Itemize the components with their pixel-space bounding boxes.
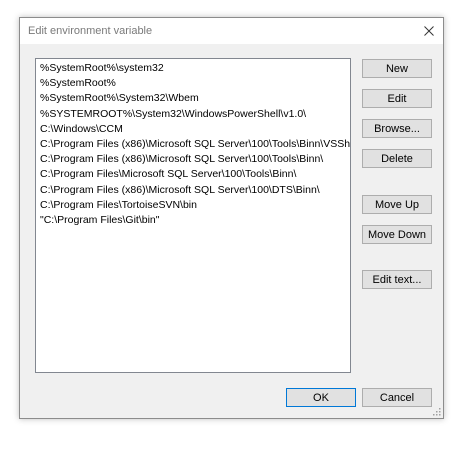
resize-grip-icon[interactable] <box>431 406 441 416</box>
move-up-button[interactable]: Move Up <box>362 195 432 214</box>
list-item[interactable]: %SystemRoot%\System32\Wbem <box>36 91 350 106</box>
ok-button[interactable]: OK <box>286 388 356 407</box>
move-down-button[interactable]: Move Down <box>362 225 432 244</box>
list-item[interactable]: %SystemRoot% <box>36 76 350 91</box>
browse-button[interactable]: Browse... <box>362 119 432 138</box>
edit-text-button[interactable]: Edit text... <box>362 270 432 289</box>
new-button[interactable]: New <box>362 59 432 78</box>
delete-button[interactable]: Delete <box>362 149 432 168</box>
path-entries-listbox[interactable]: %SystemRoot%\system32 %SystemRoot% %Syst… <box>35 58 351 373</box>
list-item[interactable]: C:\Program Files\TortoiseSVN\bin <box>36 198 350 213</box>
list-item[interactable]: C:\Program Files\Microsoft SQL Server\10… <box>36 167 350 182</box>
edit-button[interactable]: Edit <box>362 89 432 108</box>
list-item[interactable]: C:\Program Files (x86)\Microsoft SQL Ser… <box>36 137 350 152</box>
edit-environment-variable-dialog: Edit environment variable %SystemRoot%\s… <box>19 17 444 419</box>
cancel-button[interactable]: Cancel <box>362 388 432 407</box>
title-bar: Edit environment variable <box>20 18 443 44</box>
list-item[interactable]: "C:\Program Files\Git\bin" <box>36 213 350 228</box>
list-item[interactable]: %SystemRoot%\system32 <box>36 61 350 76</box>
list-item[interactable]: C:\Program Files (x86)\Microsoft SQL Ser… <box>36 152 350 167</box>
list-item[interactable]: C:\Windows\CCM <box>36 122 350 137</box>
list-item[interactable]: C:\Program Files (x86)\Microsoft SQL Ser… <box>36 183 350 198</box>
close-icon <box>424 26 434 36</box>
close-button[interactable] <box>415 18 443 44</box>
list-item[interactable]: %SYSTEMROOT%\System32\WindowsPowerShell\… <box>36 107 350 122</box>
window-title: Edit environment variable <box>28 25 153 37</box>
